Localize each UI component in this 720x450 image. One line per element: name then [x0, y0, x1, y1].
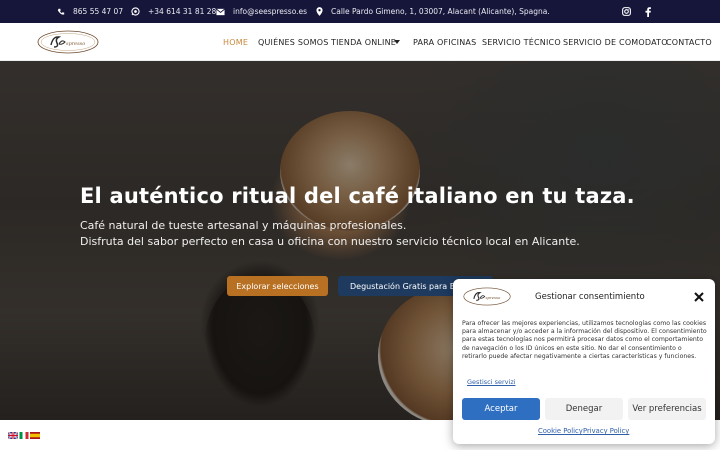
hero-headline: El auténtico ritual del café italiano en…	[80, 184, 635, 208]
phone-text: 865 55 47 07	[73, 7, 124, 16]
nav-item-servicio-comodato[interactable]: SERVICIO DE COMODATO	[563, 38, 668, 47]
top-info-bar: 865 55 47 07 +34 614 31 81 28 info@seesp…	[0, 0, 720, 23]
nav-item-quienes-somos[interactable]: QUIÉNES SOMOS	[258, 38, 328, 47]
chevron-down-icon[interactable]	[394, 40, 400, 45]
address-text: Calle Pardo Gimeno, 1, 03007, Alacant (A…	[331, 7, 550, 16]
explore-selections-button[interactable]: Explorar selecciones	[227, 276, 328, 296]
consent-description: Para ofrecer las mejores experiencias, u…	[462, 320, 707, 360]
logo-icon: spresso	[37, 30, 99, 54]
map-pin-icon	[316, 7, 323, 16]
instagram-link[interactable]	[622, 0, 631, 23]
whatsapp-text: +34 614 31 81 28	[148, 7, 217, 16]
email-contact[interactable]: info@seespresso.es	[216, 0, 307, 23]
whatsapp-icon	[131, 7, 140, 16]
cookie-consent-dialog: spresso Gestionar consentimiento Para of…	[453, 279, 715, 444]
phone-contact[interactable]: 865 55 47 07	[57, 0, 123, 23]
nav-item-tienda-online[interactable]: TIENDA ONLINE	[331, 38, 396, 47]
nav-item-para-oficinas[interactable]: PARA OFICINAS	[413, 38, 476, 47]
nav-item-home[interactable]: HOME	[223, 38, 248, 47]
deny-button[interactable]: Denegar	[545, 398, 623, 420]
consent-title: Gestionar consentimiento	[535, 292, 645, 302]
nav-item-contacto[interactable]: CONTACTO	[666, 38, 712, 47]
flag-uk-icon[interactable]	[8, 432, 18, 439]
address-contact[interactable]: Calle Pardo Gimeno, 1, 03007, Alacant (A…	[316, 0, 550, 23]
close-icon[interactable]	[693, 291, 705, 303]
facebook-link[interactable]	[645, 0, 651, 23]
logo-icon: spresso	[463, 287, 511, 306]
manage-services-link[interactable]: Gestisci servizi	[467, 378, 516, 386]
facebook-icon	[645, 6, 651, 17]
email-text: info@seespresso.es	[233, 7, 308, 16]
flag-italy-icon[interactable]	[19, 432, 29, 439]
svg-text:spresso: spresso	[66, 41, 85, 47]
phone-icon	[57, 8, 65, 15]
accept-button[interactable]: Aceptar	[462, 398, 540, 420]
instagram-icon	[622, 7, 631, 16]
view-preferences-button[interactable]: Ver preferencias	[628, 398, 706, 420]
flag-spain-icon[interactable]	[30, 432, 40, 439]
consent-logo: spresso	[463, 287, 511, 306]
nav-item-servicio-tecnico[interactable]: SERVICIO TÉCNICO	[482, 38, 561, 47]
privacy-policy-link[interactable]: Privacy Policy	[583, 427, 629, 435]
whatsapp-contact[interactable]: +34 614 31 81 28	[131, 0, 216, 23]
language-switcher	[8, 432, 40, 439]
site-logo[interactable]: spresso	[37, 30, 99, 54]
hero-subtitle-line2: Disfruta del sabor perfecto en casa u of…	[80, 235, 580, 248]
hero-subtitle-line1: Café natural de tueste artesanal y máqui…	[80, 219, 407, 232]
envelope-icon	[216, 8, 225, 15]
svg-text:spresso: spresso	[485, 295, 501, 300]
cookie-policy-link[interactable]: Cookie Policy	[538, 427, 583, 435]
